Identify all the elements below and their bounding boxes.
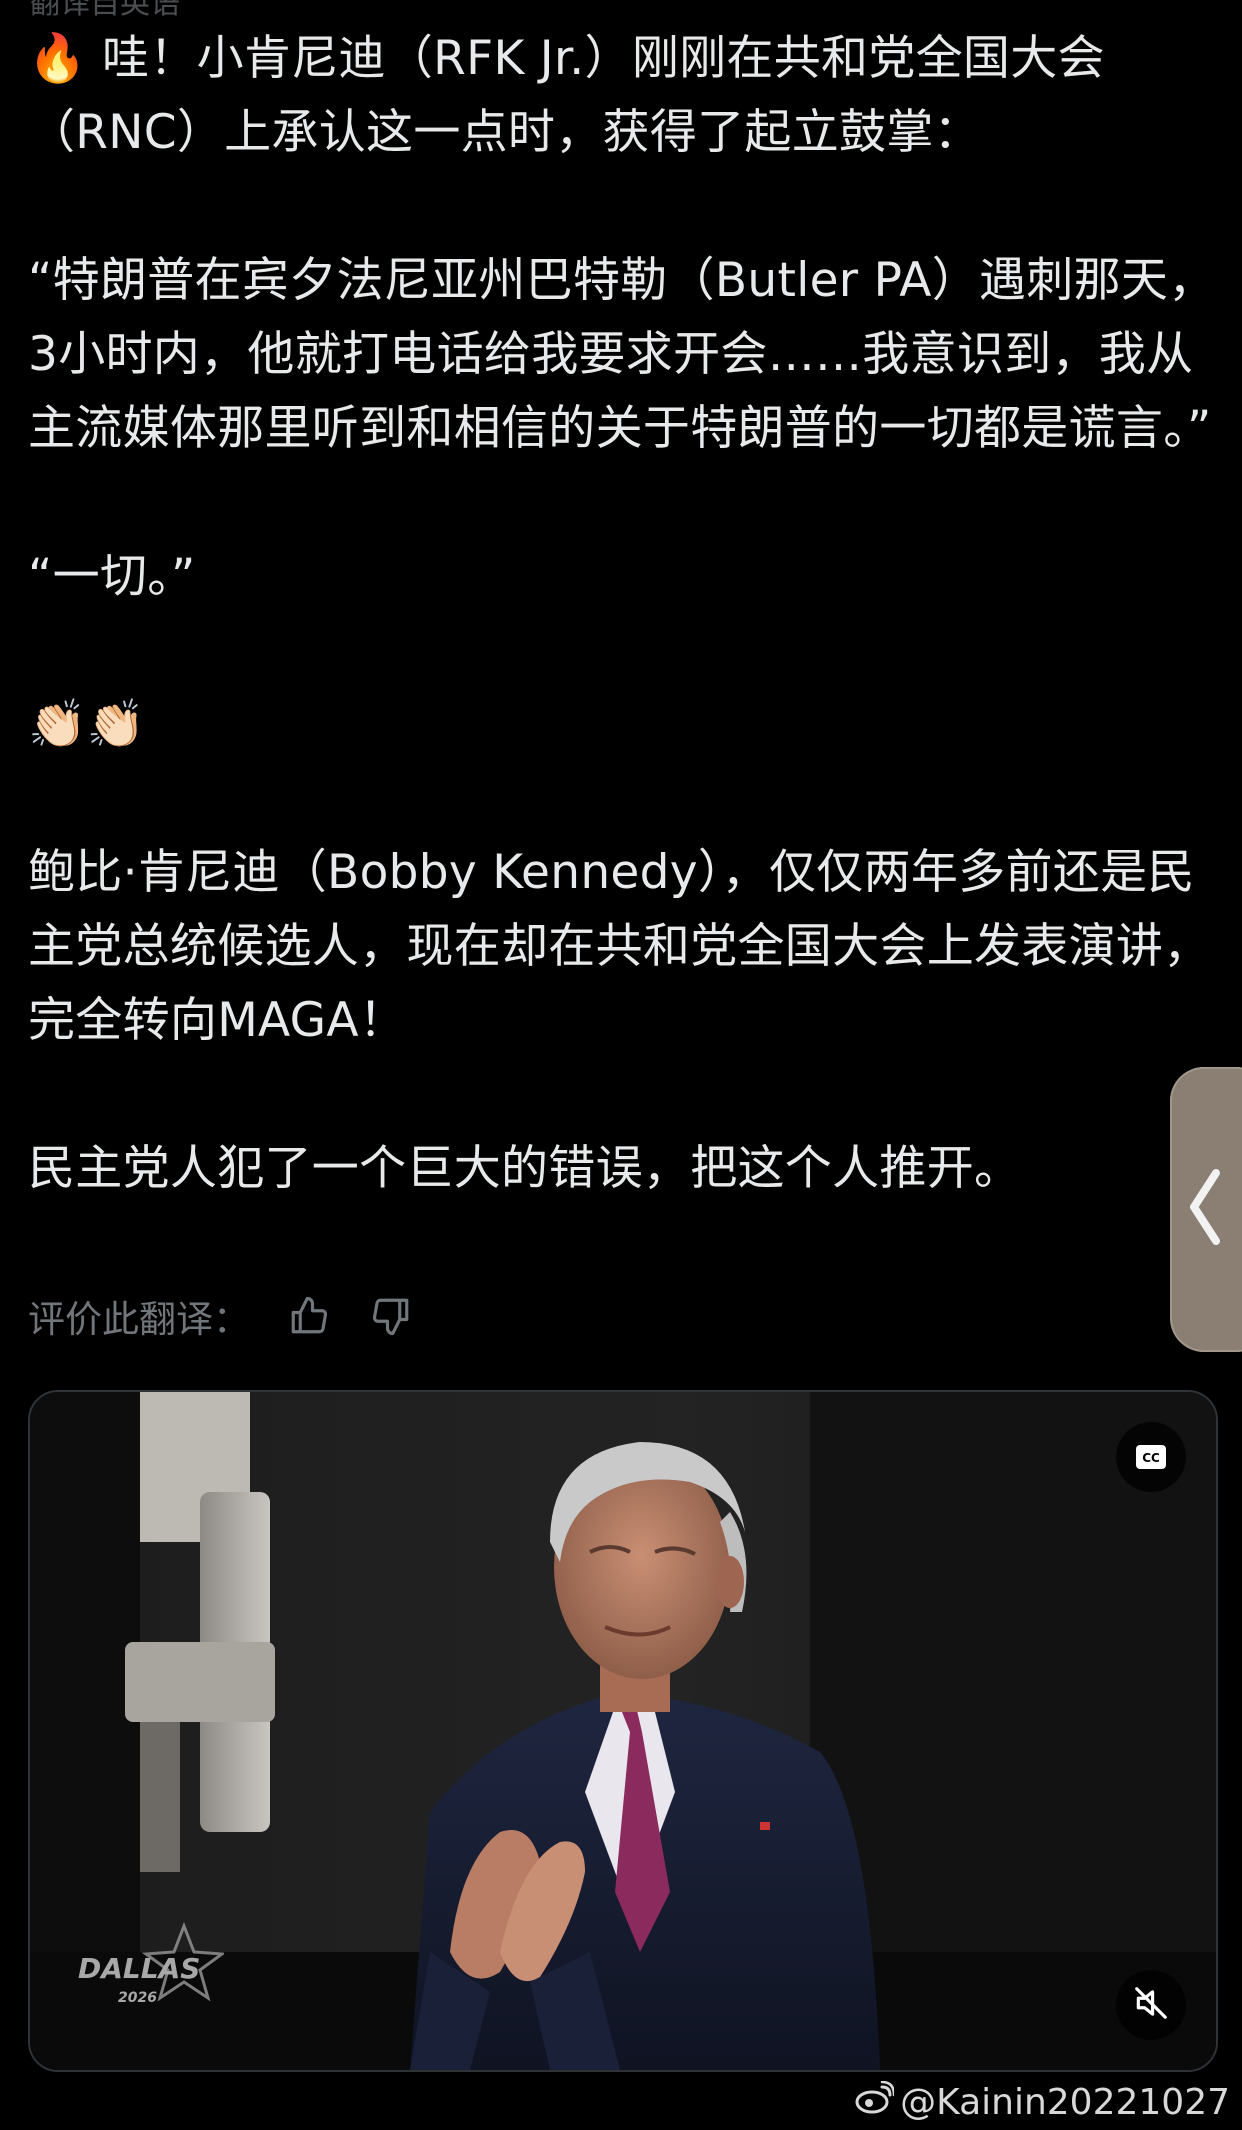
mute-button[interactable] <box>1116 1970 1186 2040</box>
closed-captions-button[interactable]: CC <box>1116 1422 1186 1492</box>
weibo-watermark: @Kainin20221027 <box>854 2078 1230 2126</box>
chevron-left-icon <box>1184 1167 1224 1251</box>
svg-text:DALLAS: DALLAS <box>78 1952 200 1985</box>
svg-text:2026: 2026 <box>118 1990 157 2006</box>
top-clipped-text: 翻译自英语 <box>30 0 180 21</box>
dallas-2026-logo: DALLAS 2026 <box>74 1921 227 2018</box>
video-player[interactable]: DALLAS 2026 CC <box>28 1390 1218 2072</box>
rate-translation-label: 评价此翻译： <box>28 1298 250 1341</box>
tweet-paragraph-intro: 🔥 哇！小肯尼迪（RFK Jr.）刚刚在共和党全国大会（RNC）上承认这一点时，… <box>28 31 1105 160</box>
tweet-paragraph-democrats: 民主党人犯了一个巨大的错误，把这个人推开。 <box>28 1141 1022 1196</box>
tweet-paragraph-quote: “特朗普在宾夕法尼亚州巴特勒（Butler PA）遇刺那天，3小时内，他就打电话… <box>28 253 1216 456</box>
rate-translation-row: 评价此翻译： <box>28 1286 414 1346</box>
tweet-paragraph-clap-emoji: 👏🏻👏🏻 <box>28 697 146 752</box>
tweet-text: 🔥 哇！小肯尼迪（RFK Jr.）刚刚在共和党全国大会（RNC）上承认这一点时，… <box>28 22 1218 1206</box>
weibo-logo-icon <box>854 2080 896 2124</box>
svg-text:CC: CC <box>1142 1451 1160 1465</box>
thumbs-down-icon[interactable] <box>368 1293 414 1339</box>
side-panel-handle[interactable] <box>1170 1067 1242 1352</box>
tweet-paragraph-everything: “一切。” <box>28 549 196 604</box>
speaker-muted-icon <box>1132 1984 1170 2026</box>
tweet-paragraph-kennedy: 鲍比·肯尼迪（Bobby Kennedy），仅仅两年多前还是民主党总统候选人，现… <box>28 845 1211 1048</box>
watermark-handle: @Kainin20221027 <box>900 2081 1230 2123</box>
thumbs-up-icon[interactable] <box>286 1293 332 1339</box>
